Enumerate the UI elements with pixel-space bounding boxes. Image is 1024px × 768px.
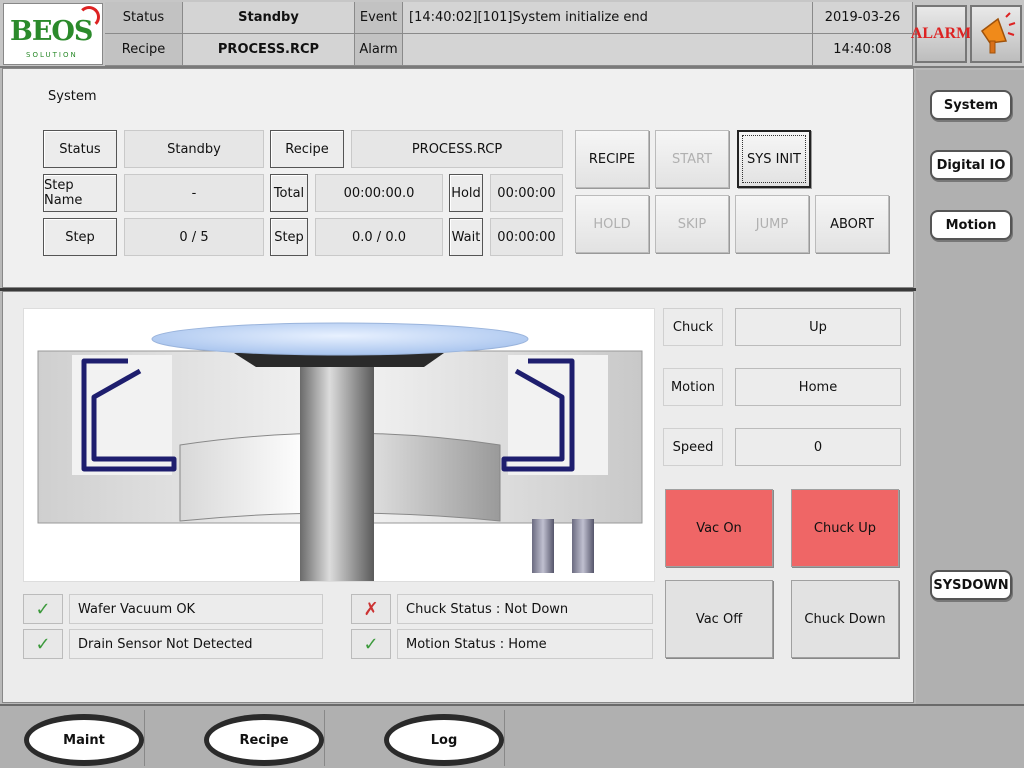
recipe-button[interactable]: RECIPE <box>575 130 649 188</box>
footer-separator <box>504 710 505 766</box>
log-button[interactable]: Log <box>384 714 504 766</box>
header-alarm-value <box>403 34 813 66</box>
footer-separator <box>324 710 325 766</box>
header-alarm-label: Alarm <box>355 34 403 66</box>
status-item: ✓ Motion Status : Home <box>351 629 653 659</box>
step-value: 0 / 5 <box>124 218 264 256</box>
check-icon: ✓ <box>23 594 63 624</box>
sysdown-button[interactable]: SYSDOWN <box>930 570 1012 600</box>
logo-subtitle: SOLUTION <box>26 51 78 59</box>
horn-icon <box>980 12 1016 54</box>
chuck-illustration <box>23 308 655 582</box>
header-date: 2019-03-26 <box>813 2 913 34</box>
step-time-label: Step <box>270 218 308 256</box>
speed-value: 0 <box>735 428 901 466</box>
recipe-value: PROCESS.RCP <box>351 130 563 168</box>
chuck-up-button[interactable]: Chuck Up <box>791 489 899 567</box>
alarm-button[interactable]: ALARM <box>911 5 971 63</box>
vac-on-button[interactable]: Vac On <box>665 489 773 567</box>
header-status-value: Standby <box>183 2 355 34</box>
chuck-down-button[interactable]: Chuck Down <box>791 580 899 658</box>
recipe-nav-button[interactable]: Recipe <box>204 714 324 766</box>
chuck-panel: Chuck Up Motion Home Speed 0 Vac On Chuc… <box>2 291 914 703</box>
header-bar: BEOS SOLUTION Status Standby Event [14:4… <box>0 0 1024 68</box>
status-item: ✗ Chuck Status : Not Down <box>351 594 653 624</box>
motion-value: Home <box>735 368 901 406</box>
log-button-label: Log <box>389 720 499 760</box>
status-value: Standby <box>124 130 264 168</box>
logo-signal-icon <box>78 6 100 28</box>
system-panel: System Status Standby Recipe PROCESS.RCP… <box>2 68 914 288</box>
hold-button[interactable]: HOLD <box>575 195 649 253</box>
maint-button-label: Maint <box>29 720 139 760</box>
abort-button[interactable]: ABORT <box>815 195 889 253</box>
motion-label: Motion <box>663 368 723 406</box>
start-button[interactable]: START <box>655 130 729 188</box>
header-recipe-value: PROCESS.RCP <box>183 34 355 66</box>
step-name-value: - <box>124 174 264 212</box>
check-icon: ✓ <box>351 629 391 659</box>
wait-value: 00:00:00 <box>490 218 563 256</box>
status-item-text: Drain Sensor Not Detected <box>69 629 323 659</box>
skip-button[interactable]: SKIP <box>655 195 729 253</box>
recipe-label: Recipe <box>270 130 344 168</box>
check-icon: ✓ <box>23 629 63 659</box>
header-event-label: Event <box>355 2 403 34</box>
recipe-nav-button-label: Recipe <box>209 720 319 760</box>
hold-label: Hold <box>449 174 483 212</box>
status-label: Status <box>43 130 117 168</box>
step-name-label: Step Name <box>43 174 117 212</box>
speed-label: Speed <box>663 428 723 466</box>
jump-button[interactable]: JUMP <box>735 195 809 253</box>
buzzer-button[interactable] <box>970 5 1022 63</box>
status-item-text: Motion Status : Home <box>397 629 653 659</box>
vac-off-button[interactable]: Vac Off <box>665 580 773 658</box>
status-item-text: Chuck Status : Not Down <box>397 594 653 624</box>
footer-separator <box>144 710 145 766</box>
total-label: Total <box>270 174 308 212</box>
nav-digital-io-button[interactable]: Digital IO <box>930 150 1012 180</box>
header-status-label: Status <box>105 2 183 34</box>
header-event-value: [14:40:02][101]System initialize end <box>403 2 813 34</box>
right-nav-panel: System Digital IO Motion SYSDOWN <box>916 70 1024 704</box>
hold-value: 00:00:00 <box>490 174 563 212</box>
status-item-text: Wafer Vacuum OK <box>69 594 323 624</box>
step-label: Step <box>43 218 117 256</box>
status-item: ✓ Drain Sensor Not Detected <box>23 629 323 659</box>
nav-motion-button[interactable]: Motion <box>930 210 1012 240</box>
maint-button[interactable]: Maint <box>24 714 144 766</box>
system-panel-title: System <box>48 89 97 104</box>
footer-bar: Maint Recipe Log <box>0 704 1024 768</box>
chuck-value: Up <box>735 308 901 346</box>
header-recipe-label: Recipe <box>105 34 183 66</box>
sys-init-button[interactable]: SYS INIT <box>737 130 811 188</box>
step-time-value: 0.0 / 0.0 <box>315 218 443 256</box>
chuck-label: Chuck <box>663 308 723 346</box>
status-item: ✓ Wafer Vacuum OK <box>23 594 323 624</box>
beos-logo: BEOS SOLUTION <box>3 3 103 65</box>
wait-label: Wait <box>449 218 483 256</box>
header-time: 14:40:08 <box>813 34 913 66</box>
total-value: 00:00:00.0 <box>315 174 443 212</box>
nav-system-button[interactable]: System <box>930 90 1012 120</box>
cross-icon: ✗ <box>351 594 391 624</box>
